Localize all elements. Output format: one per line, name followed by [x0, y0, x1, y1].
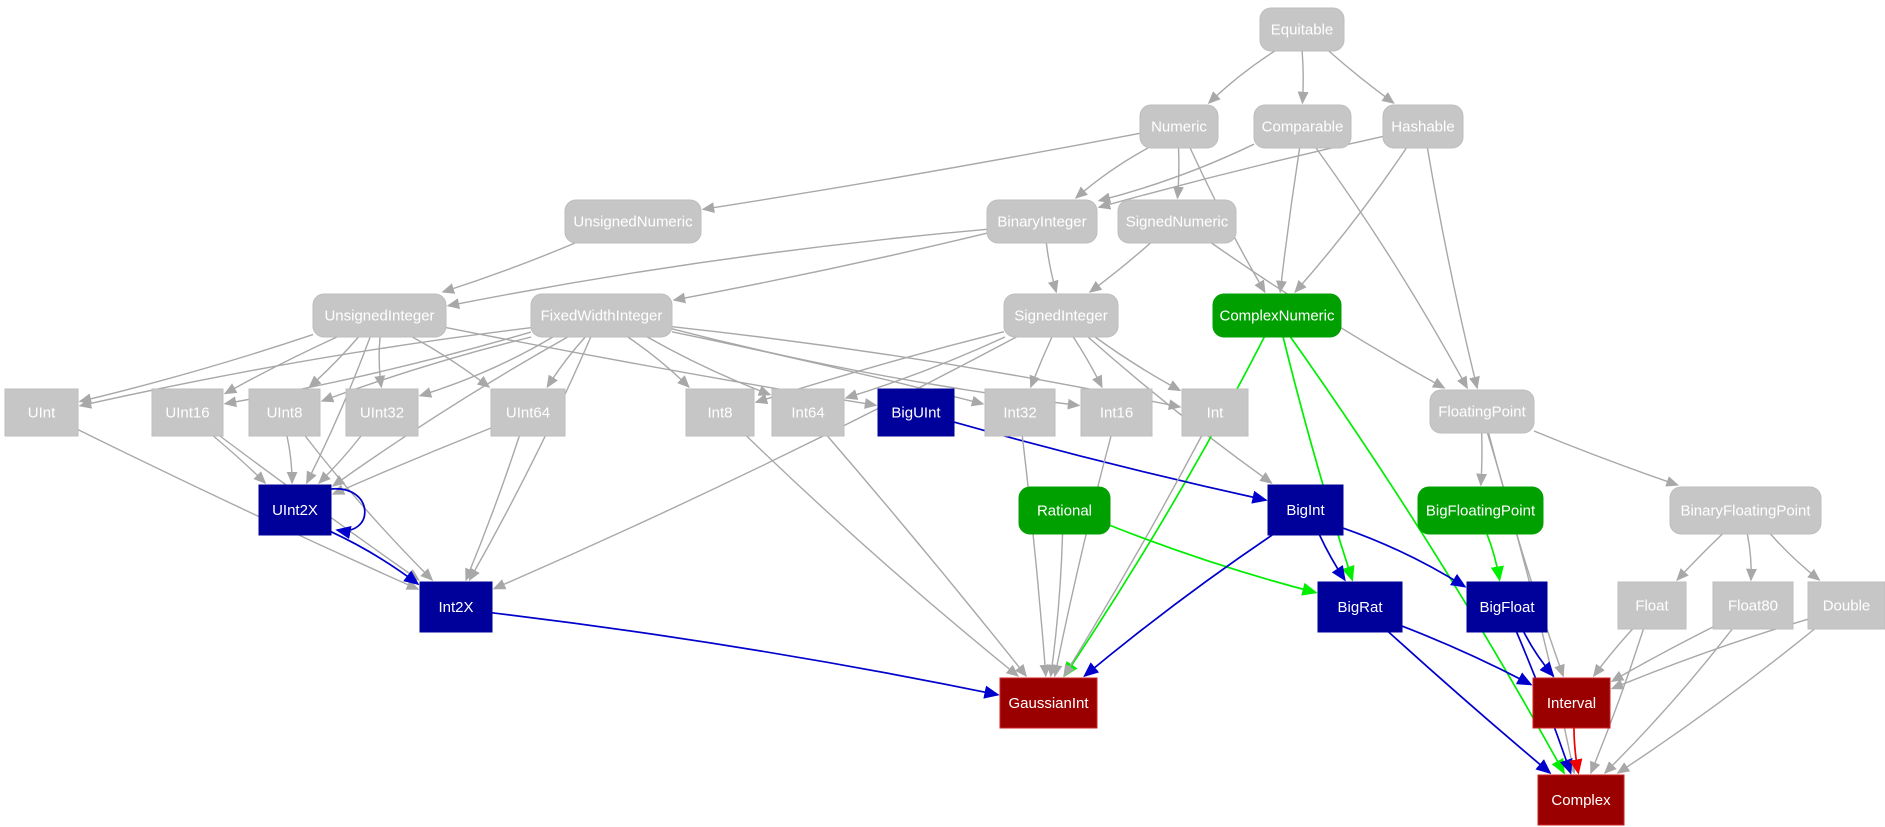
node-box[interactable]	[345, 388, 419, 437]
node-box[interactable]	[4, 388, 79, 437]
node-int[interactable]: Int	[1181, 388, 1249, 437]
node-uint8[interactable]: UInt8	[248, 388, 321, 437]
node-box[interactable]	[1253, 104, 1352, 149]
node-binaryfloatingpoint[interactable]: BinaryFloatingPoint	[1669, 486, 1822, 535]
node-bigfloat[interactable]: BigFloat	[1466, 581, 1548, 633]
node-box[interactable]	[312, 293, 447, 338]
node-box[interactable]	[1139, 104, 1219, 149]
node-biguint[interactable]: BigUInt	[877, 388, 955, 437]
node-uint2x[interactable]: UInt2X	[258, 484, 332, 536]
node-box[interactable]	[490, 388, 566, 437]
node-unsignedinteger[interactable]: UnsignedInteger	[312, 293, 447, 338]
node-rational[interactable]: Rational	[1018, 486, 1111, 535]
node-bigint[interactable]: BigInt	[1267, 484, 1344, 536]
node-bigrat[interactable]: BigRat	[1317, 581, 1403, 633]
node-box[interactable]	[151, 388, 224, 437]
node-binaryinteger[interactable]: BinaryInteger	[986, 199, 1098, 244]
node-signedinteger[interactable]: SignedInteger	[1003, 293, 1119, 338]
node-box[interactable]	[1537, 774, 1625, 826]
node-complex[interactable]: Complex	[1537, 774, 1625, 826]
node-box[interactable]	[999, 677, 1098, 729]
node-box[interactable]	[877, 388, 955, 437]
node-box[interactable]	[1532, 677, 1611, 729]
node-double[interactable]: Double	[1807, 581, 1885, 630]
node-equitable[interactable]: Equitable	[1259, 7, 1345, 52]
node-box[interactable]	[1267, 484, 1344, 536]
node-complexnumeric[interactable]: ComplexNumeric	[1212, 293, 1342, 338]
node-floatingpoint[interactable]: FloatingPoint	[1429, 389, 1535, 434]
node-box[interactable]	[1259, 7, 1345, 52]
node-int8[interactable]: Int8	[685, 388, 755, 437]
node-box[interactable]	[564, 199, 702, 244]
node-uint64[interactable]: UInt64	[490, 388, 566, 437]
node-unsignednumeric[interactable]: UnsignedNumeric	[564, 199, 702, 244]
node-fixedwidthinteger[interactable]: FixedWidthInteger	[530, 293, 673, 338]
node-int64[interactable]: Int64	[771, 388, 845, 437]
node-box[interactable]	[1018, 486, 1111, 535]
node-box[interactable]	[1003, 293, 1119, 338]
node-box[interactable]	[1117, 199, 1237, 244]
node-signednumeric[interactable]: SignedNumeric	[1117, 199, 1237, 244]
node-float[interactable]: Float	[1617, 581, 1687, 630]
node-uint32[interactable]: UInt32	[345, 388, 419, 437]
node-interval[interactable]: Interval	[1532, 677, 1611, 729]
node-box[interactable]	[1429, 389, 1535, 434]
node-box[interactable]	[1317, 581, 1403, 633]
node-box[interactable]	[1382, 104, 1464, 149]
node-box[interactable]	[530, 293, 673, 338]
node-box[interactable]	[1617, 581, 1687, 630]
node-box[interactable]	[1669, 486, 1822, 535]
node-uint16[interactable]: UInt16	[151, 388, 224, 437]
node-numeric[interactable]: Numeric	[1139, 104, 1219, 149]
node-int32[interactable]: Int32	[984, 388, 1056, 437]
node-int16[interactable]: Int16	[1080, 388, 1153, 437]
node-gaussianint[interactable]: GaussianInt	[999, 677, 1098, 729]
node-uint[interactable]: UInt	[4, 388, 79, 437]
node-box[interactable]	[986, 199, 1098, 244]
node-box[interactable]	[1466, 581, 1548, 633]
node-box[interactable]	[258, 484, 332, 536]
node-hashable[interactable]: Hashable	[1382, 104, 1464, 149]
node-box[interactable]	[685, 388, 755, 437]
node-box[interactable]	[419, 581, 493, 633]
node-box[interactable]	[984, 388, 1056, 437]
type-hierarchy-diagram: Equitable Numeric Comparable Hashable Unsign…	[0, 0, 1885, 827]
node-box[interactable]	[1212, 293, 1342, 338]
node-box[interactable]	[248, 388, 321, 437]
node-float80[interactable]: Float80	[1712, 581, 1794, 630]
node-box[interactable]	[1712, 581, 1794, 630]
node-box[interactable]	[1807, 581, 1885, 630]
node-comparable[interactable]: Comparable	[1253, 104, 1352, 149]
node-bigfloatingpoint[interactable]: BigFloatingPoint	[1417, 486, 1544, 535]
node-box[interactable]	[1181, 388, 1249, 437]
node-box[interactable]	[1417, 486, 1544, 535]
node-box[interactable]	[1080, 388, 1153, 437]
node-box[interactable]	[771, 388, 845, 437]
node-int2x[interactable]: Int2X	[419, 581, 493, 633]
